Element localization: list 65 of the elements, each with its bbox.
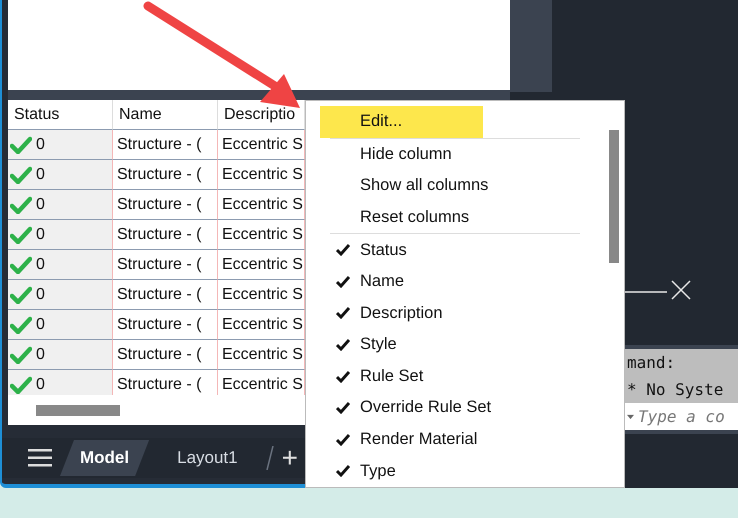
scrollbar-thumb[interactable]: [36, 404, 120, 416]
table-cell: Structure - (: [113, 130, 218, 160]
menu-item[interactable]: Hide column: [330, 138, 604, 170]
menu-item-label: Rule Set: [360, 366, 424, 386]
menu-item-label: Render Material: [360, 430, 478, 450]
menu-item-label: Type: [360, 462, 396, 481]
status-value: 0: [36, 376, 45, 394]
menu-item[interactable]: Name: [330, 266, 604, 298]
menu-icon[interactable]: [28, 449, 52, 467]
checkmark-icon: [10, 256, 32, 274]
menu-item[interactable]: Edit...: [320, 106, 483, 138]
table-cell: Eccentric S: [218, 190, 305, 220]
menu-item[interactable]: Show all columns: [330, 170, 604, 202]
crosshair-cursor-icon: [625, 279, 691, 301]
status-value: 0: [36, 226, 45, 244]
status-value: 0: [36, 316, 45, 334]
layout-tab[interactable]: Layout1: [157, 440, 258, 476]
menu-item[interactable]: Style: [330, 329, 604, 361]
table-cell: Structure - (: [113, 190, 218, 220]
table-cell: Eccentric S: [218, 250, 305, 280]
table-cell: Structure - (: [113, 310, 218, 340]
table-cell: Structure - (: [113, 160, 218, 190]
table-cell: Structure - (: [113, 220, 218, 250]
table-cell: Structure - (: [113, 250, 218, 280]
checkmark-icon: [10, 196, 32, 214]
scrollbar-thumb[interactable]: [609, 130, 619, 263]
menu-item[interactable]: Override Rule Set: [330, 392, 604, 424]
command-input[interactable]: Type a co: [634, 407, 738, 426]
checkmark-icon: [10, 346, 32, 364]
table-cell: Eccentric S: [218, 220, 305, 250]
add-tab-button[interactable]: +: [282, 444, 298, 472]
table-cell: Eccentric S: [218, 340, 305, 370]
status-value: 0: [36, 286, 45, 304]
checkmark-icon: [10, 286, 32, 304]
menu-item[interactable]: Rule Set: [330, 360, 604, 392]
table-cell: Eccentric S: [218, 160, 305, 190]
checkmark-icon: [10, 376, 32, 394]
status-value: 0: [36, 256, 45, 274]
menu-item-label: Description: [360, 304, 443, 323]
menu-item[interactable]: Description: [330, 297, 604, 330]
command-field[interactable]: Type a co: [625, 403, 738, 430]
menu-item[interactable]: Type: [330, 455, 604, 487]
dropdown-caret-icon[interactable]: [627, 414, 634, 420]
table-cell: Eccentric S: [218, 280, 305, 310]
checkmark-icon: [10, 316, 32, 334]
table-cell: Eccentric S: [218, 310, 305, 340]
checkmark-icon: [10, 136, 32, 154]
table-cell: Structure - (: [113, 340, 218, 370]
table-cell: Structure - (: [113, 280, 218, 310]
menu-item-label: Name: [360, 272, 404, 292]
menu-item[interactable]: Render Material: [330, 424, 604, 456]
menu-item-label: Override Rule Set: [360, 398, 492, 418]
layout-tab[interactable]: Model: [60, 440, 150, 476]
status-value: 0: [36, 346, 45, 364]
checkmark-icon: [10, 166, 32, 184]
table-cell: Eccentric S: [218, 130, 305, 160]
status-value: 0: [36, 136, 45, 154]
status-value: 0: [36, 166, 45, 184]
menu-item-label: Status: [360, 240, 407, 260]
menu-item[interactable]: Reset columns: [330, 202, 604, 234]
tab-divider-icon: [266, 446, 274, 470]
menu-item[interactable]: Status: [330, 234, 604, 266]
status-value: 0: [36, 196, 45, 214]
menu-item-label: Style: [360, 335, 397, 354]
checkmark-icon: [10, 226, 32, 244]
